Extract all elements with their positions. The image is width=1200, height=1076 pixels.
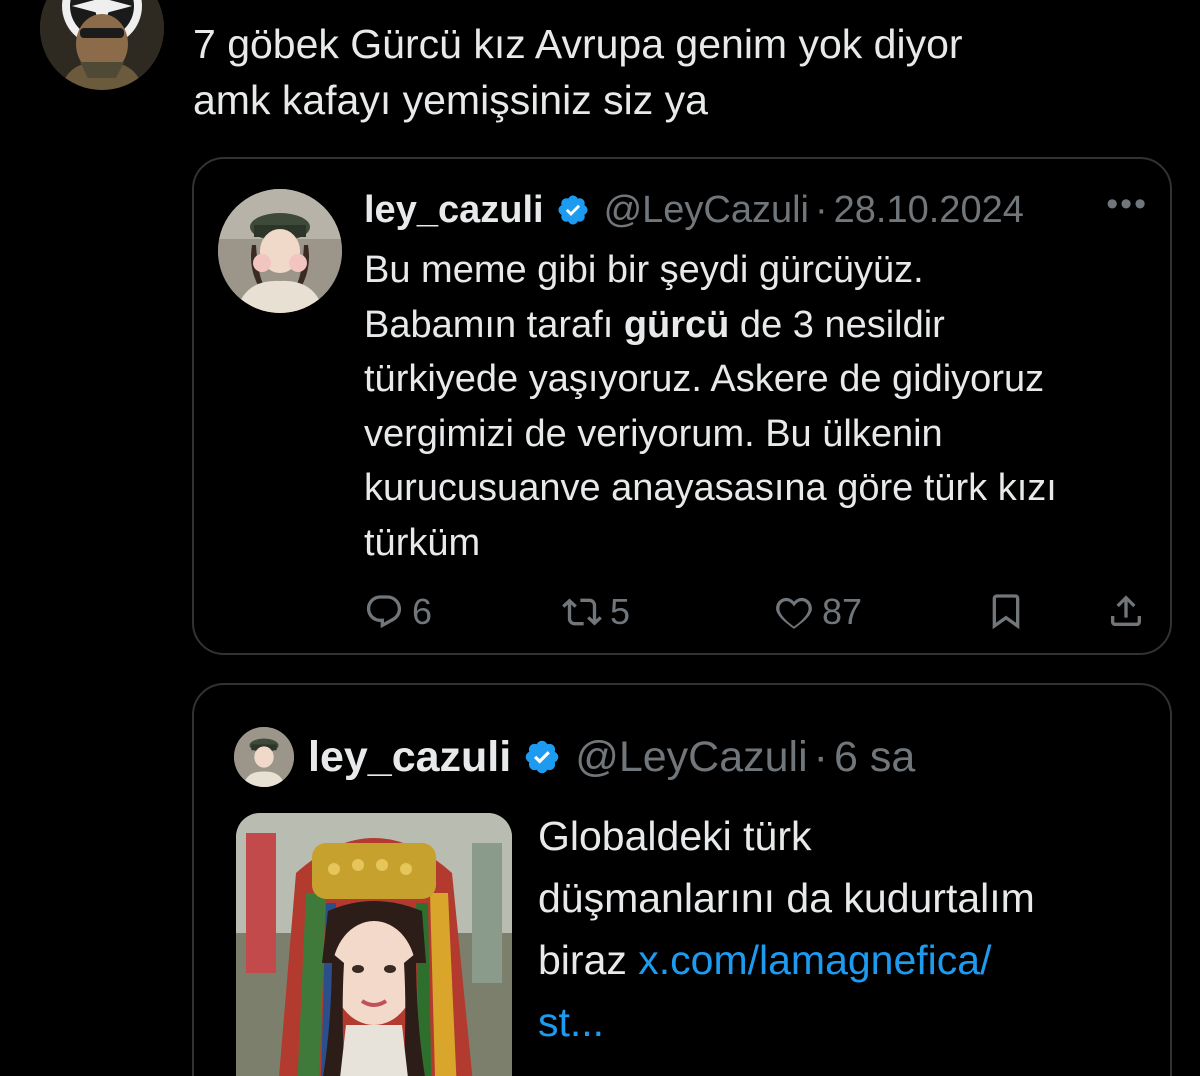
repost-button[interactable]: 5 — [562, 591, 630, 633]
embedded-display-name[interactable]: ley_cazuli — [308, 733, 511, 782]
share-icon — [1111, 595, 1141, 626]
embedded-tweet-card[interactable]: ley_cazuli @LeyCazuli · 6 sa Globaldeki … — [192, 683, 1172, 1076]
reply-count: 6 — [412, 591, 433, 632]
verified-badge-icon — [525, 740, 559, 774]
embedded-author-avatar[interactable] — [234, 727, 294, 787]
quoted-author-avatar[interactable] — [218, 189, 342, 313]
quoted-display-name[interactable]: ley_cazuli — [364, 189, 544, 232]
quoted-text-line: türküm — [364, 521, 481, 564]
more-options-icon[interactable]: ••• — [1106, 187, 1148, 221]
bookmark-button[interactable] — [986, 591, 1034, 631]
quoted-date[interactable]: 28.10.2024 — [834, 189, 1024, 232]
embedded-text-line: düşmanlarını da kudurtalım — [538, 875, 1035, 921]
tweet-text-line: 7 göbek Gürcü kız Avrupa genim yok diyor — [193, 21, 963, 67]
header-separator: · — [813, 732, 828, 781]
embedded-handle[interactable]: @LeyCazuli — [575, 733, 807, 782]
quoted-tweet-text: Bu meme gibi bir şeydi gürcüyüz. Babamın… — [364, 243, 1154, 570]
tweet-actions-bar: 6 5 87 — [364, 585, 1154, 645]
like-button[interactable]: 87 — [774, 591, 862, 633]
timeline: 7 göbek Gürcü kız Avrupa genim yok diyor… — [0, 0, 1200, 1076]
embedded-text-segment: biraz — [538, 937, 639, 983]
embedded-tweet-text: Globaldeki türk düşmanlarını da kudurtal… — [538, 805, 1158, 1053]
tweet-link-continuation[interactable]: st... — [538, 991, 1158, 1053]
repost-count: 5 — [610, 591, 631, 632]
quoted-text-line: Bu meme gibi bir şeydi gürcüyüz. — [364, 249, 924, 291]
quoted-text-bold: gürcü — [623, 303, 730, 346]
embedded-text-line: biraz x.com/lamagnefica/ — [538, 929, 1158, 991]
quoted-text-line: türkiyede yaşıyoruz. Askere de gidiyoruz — [364, 358, 1045, 400]
bookmark-icon — [992, 594, 1020, 630]
tweet-text-line: amk kafayı yemişsiniz siz ya — [193, 77, 708, 123]
embedded-text-line: Globaldeki türk — [538, 813, 812, 859]
tweet-text: 7 göbek Gürcü kız Avrupa genim yok diyor… — [193, 16, 1153, 128]
share-button[interactable] — [1106, 591, 1154, 631]
embedded-tweet-header: ley_cazuli @LeyCazuli · 6 sa — [308, 729, 915, 785]
tweet-link[interactable]: x.com/lamagnefica/ — [638, 937, 991, 983]
header-separator: · — [815, 188, 828, 231]
reply-button[interactable]: 6 — [364, 591, 432, 633]
quoted-tweet-card[interactable]: ley_cazuli @LeyCazuli · 28.10.2024 ••• B… — [192, 157, 1172, 655]
quoted-text-line: vergimizi de veriyorum. Bu ülkenin — [364, 412, 943, 455]
quoted-text-line: kurucusuanve anayasasına göre türk kızı — [364, 467, 1057, 509]
embedded-time[interactable]: 6 sa — [834, 733, 915, 782]
quoted-text-line: Babamın tarafı gürcü de 3 nesildir — [364, 298, 1154, 353]
heart-icon — [776, 597, 812, 629]
author-avatar[interactable] — [40, 0, 164, 90]
reply-icon — [366, 595, 402, 629]
like-count: 87 — [822, 591, 863, 632]
quoted-text-segment: de 3 nesildir — [729, 303, 945, 346]
quoted-tweet-header: ley_cazuli @LeyCazuli · 28.10.2024 — [364, 185, 1150, 235]
quoted-text-segment: Babamın tarafı — [364, 303, 624, 346]
repost-icon — [562, 598, 602, 626]
media-thumbnail[interactable] — [236, 813, 512, 1076]
verified-badge-icon — [558, 195, 588, 225]
quoted-handle[interactable]: @LeyCazuli — [604, 189, 809, 232]
